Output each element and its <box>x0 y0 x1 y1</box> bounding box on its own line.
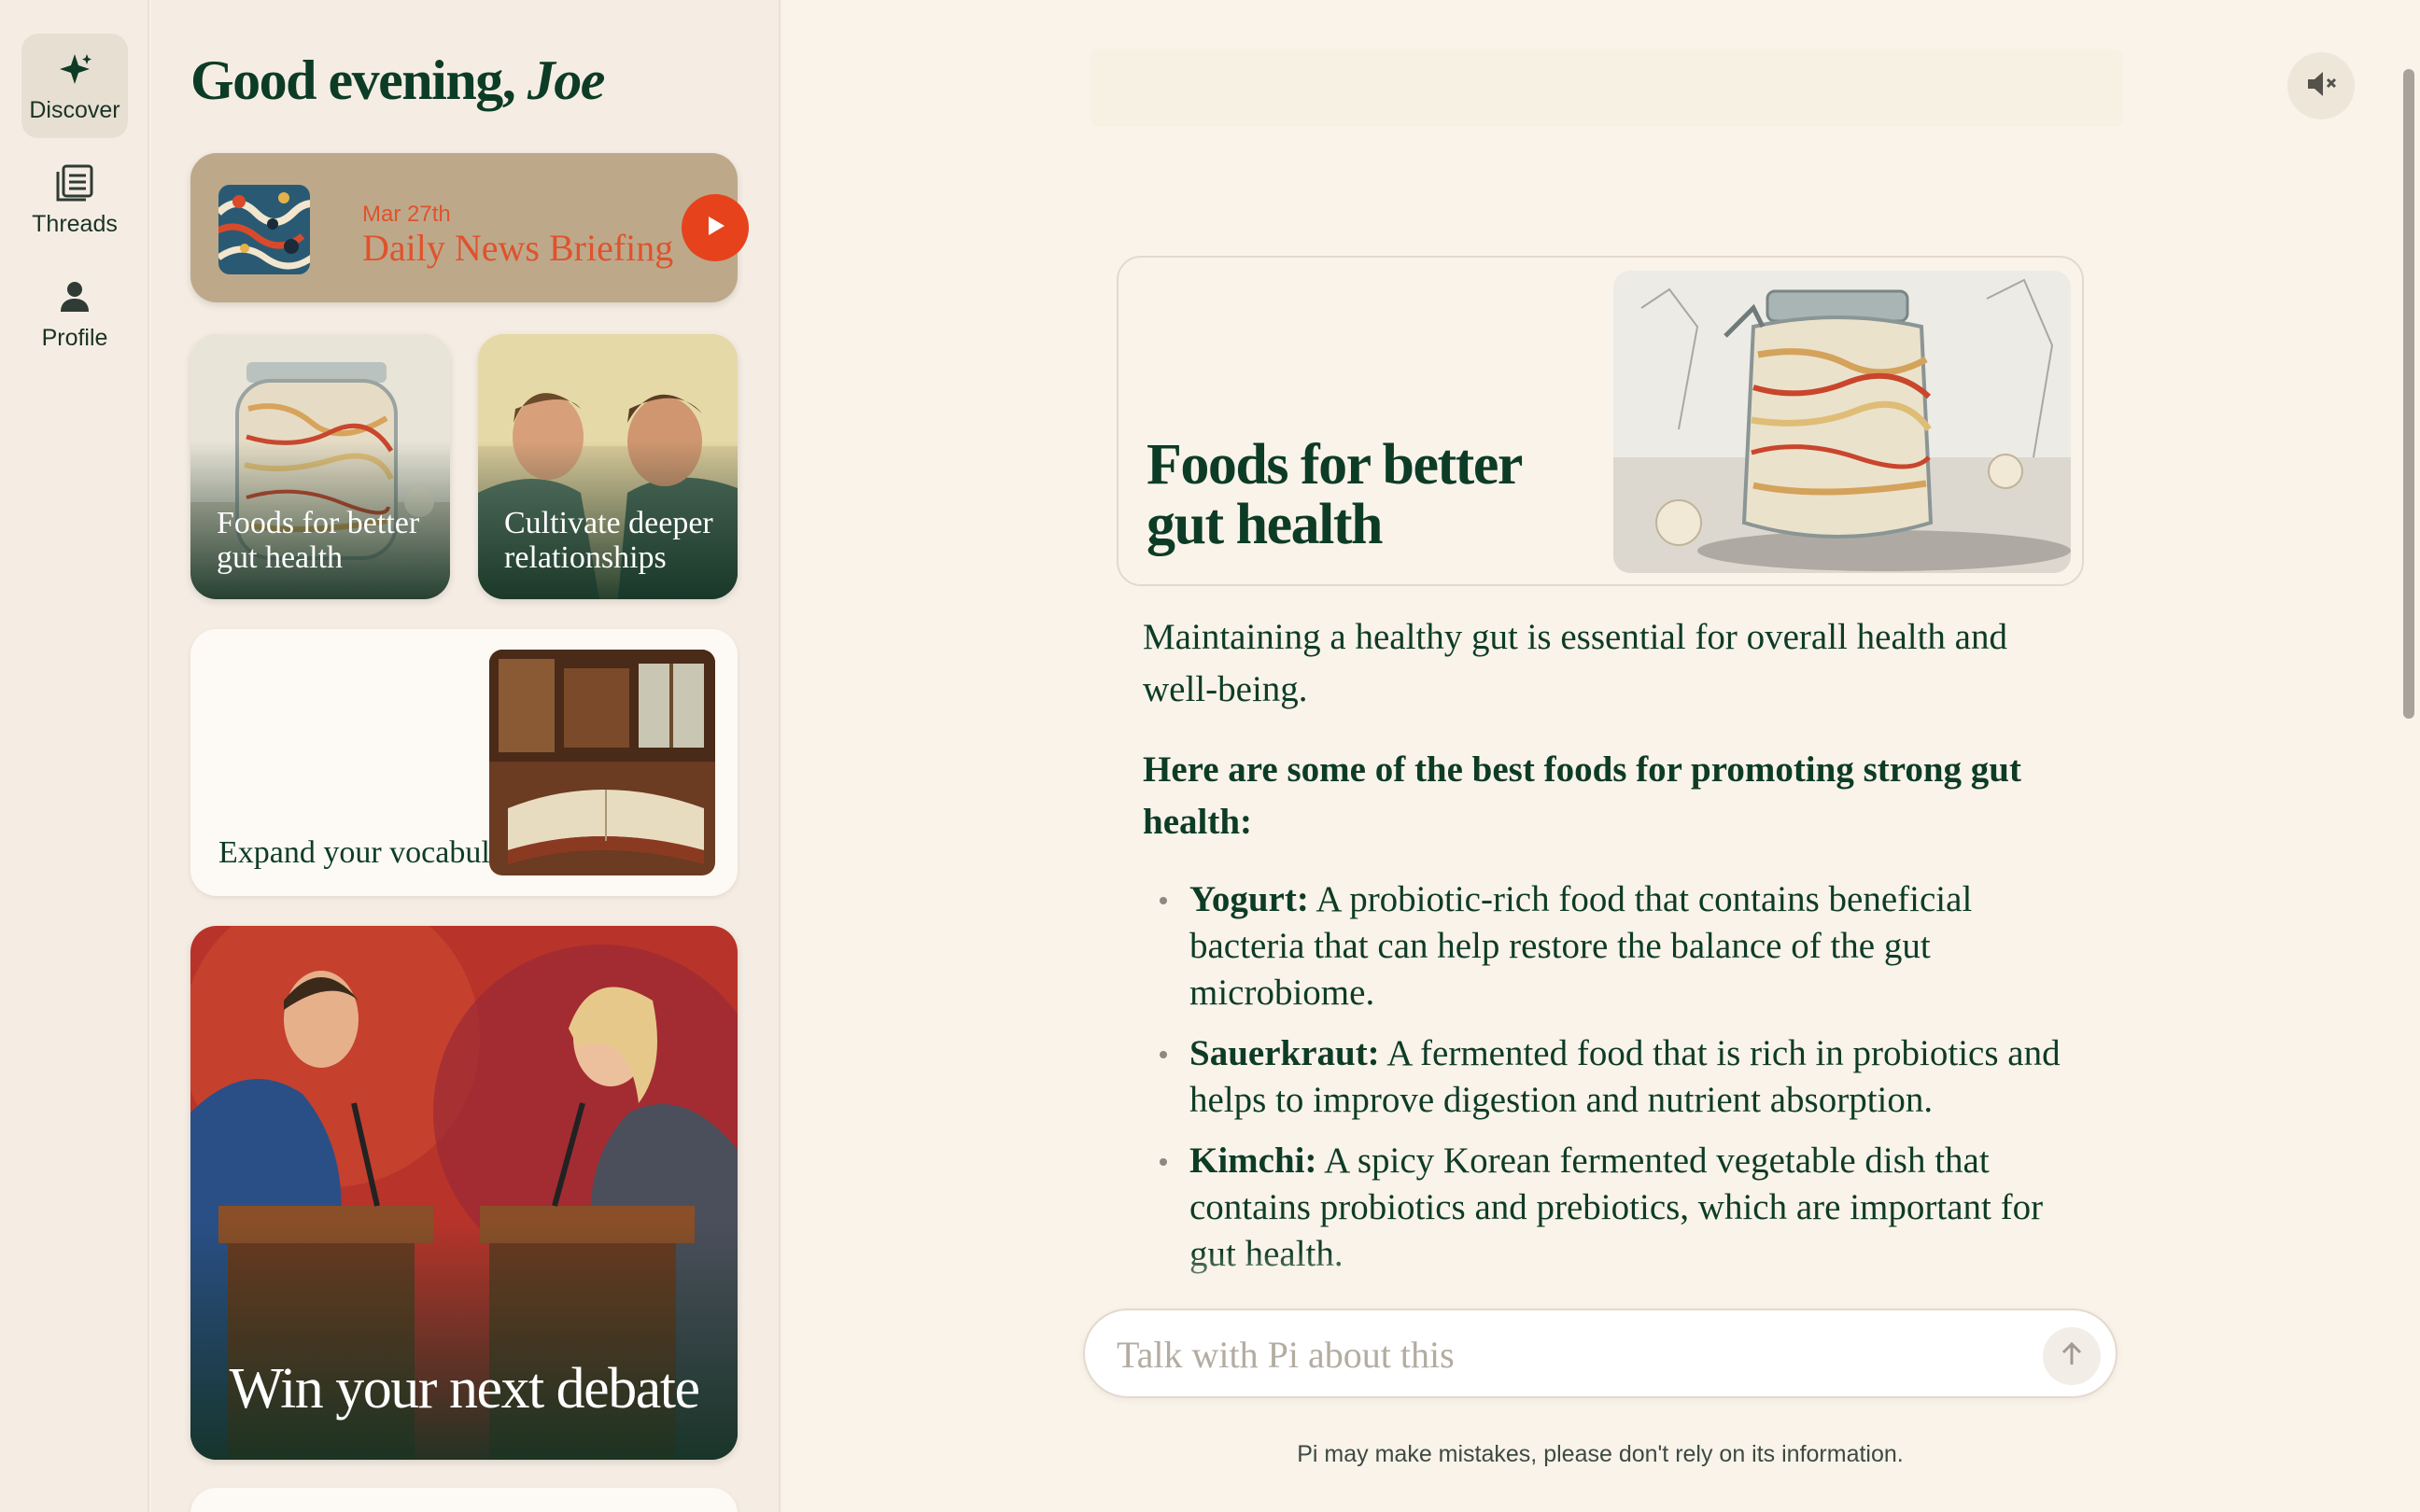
topic-tile-next[interactable] <box>190 1488 738 1512</box>
news-date: Mar 27th <box>362 202 451 227</box>
scrollbar[interactable] <box>2403 69 2414 719</box>
content-fade <box>1120 1251 2091 1314</box>
mute-button[interactable] <box>2287 52 2355 119</box>
topic-tile-debate[interactable]: Win your next debate <box>190 926 738 1460</box>
greeting-name: Joe <box>527 49 606 111</box>
disclaimer-text: Pi may make mistakes, please don't rely … <box>1297 1441 1904 1467</box>
nav-item-label: Threads <box>32 210 118 237</box>
daily-news-card[interactable]: Mar 27th Daily News Briefing <box>190 153 749 302</box>
arrow-up-icon <box>2058 1340 2086 1373</box>
topic-tile-vocabulary[interactable]: Expand your vocabulary <box>190 629 738 896</box>
tile-caption: Foods for better gut health <box>217 506 420 575</box>
sparkle-icon <box>54 49 95 90</box>
response-content: Maintaining a healthy gut is essential f… <box>1143 611 2086 1311</box>
library-book-image <box>489 650 715 875</box>
news-title: Daily News Briefing <box>362 227 674 269</box>
tile-shade <box>190 1219 738 1460</box>
speaker-muted-icon <box>2302 65 2340 107</box>
play-button[interactable] <box>682 194 749 261</box>
list-item: Sauerkraut: A fermented food that is ric… <box>1143 1030 2086 1124</box>
tile-caption: Cultivate deeper relationships <box>504 506 713 575</box>
person-icon <box>54 276 95 317</box>
intro-paragraph: Maintaining a healthy gut is essential f… <box>1143 617 2007 709</box>
nav-item-label: Discover <box>29 96 120 123</box>
food-name: Kimchi: <box>1189 1141 1317 1181</box>
tile-caption: Expand your vocabulary <box>218 835 531 870</box>
lead-paragraph: Here are some of the best foods for prom… <box>1143 749 2021 842</box>
topic-tile-relationships[interactable]: Cultivate deeper relationships <box>478 334 738 599</box>
send-button[interactable] <box>2043 1327 2101 1385</box>
topic-tile-gut-health[interactable]: Foods for better gut health <box>190 334 450 599</box>
chat-input[interactable] <box>1117 1323 1957 1385</box>
nav-item-profile[interactable]: Profile <box>21 261 128 366</box>
play-icon <box>702 213 728 244</box>
topic-title: Foods for better gut health <box>1147 433 1522 556</box>
chat-input-bar <box>1083 1309 2118 1398</box>
food-name: Sauerkraut: <box>1189 1033 1380 1073</box>
news-thumbnail <box>218 185 310 274</box>
greeting-prefix: Good evening, <box>190 49 516 111</box>
discover-panel: Good evening, Joe Mar 27th Daily News Br… <box>151 0 781 1512</box>
foods-list: Yogurt: A probiotic-rich food that conta… <box>1143 876 2086 1278</box>
nav-item-label: Profile <box>41 324 108 351</box>
list-item: Yogurt: A probiotic-rich food that conta… <box>1143 876 2086 1016</box>
topic-header-card: Foods for better gut health <box>1117 256 2084 586</box>
nav-item-threads[interactable]: Threads <box>21 147 128 252</box>
sauerkraut-jar-illustration <box>1613 271 2071 573</box>
tile-caption: Win your next debate <box>229 1357 700 1421</box>
food-name: Yogurt: <box>1189 879 1309 919</box>
greeting: Good evening, Joe <box>190 49 606 113</box>
top-fade <box>1090 49 2123 127</box>
nav-item-discover[interactable]: Discover <box>21 34 128 138</box>
nav-rail: Discover Threads Profile <box>0 0 149 1512</box>
threads-icon <box>54 162 95 203</box>
